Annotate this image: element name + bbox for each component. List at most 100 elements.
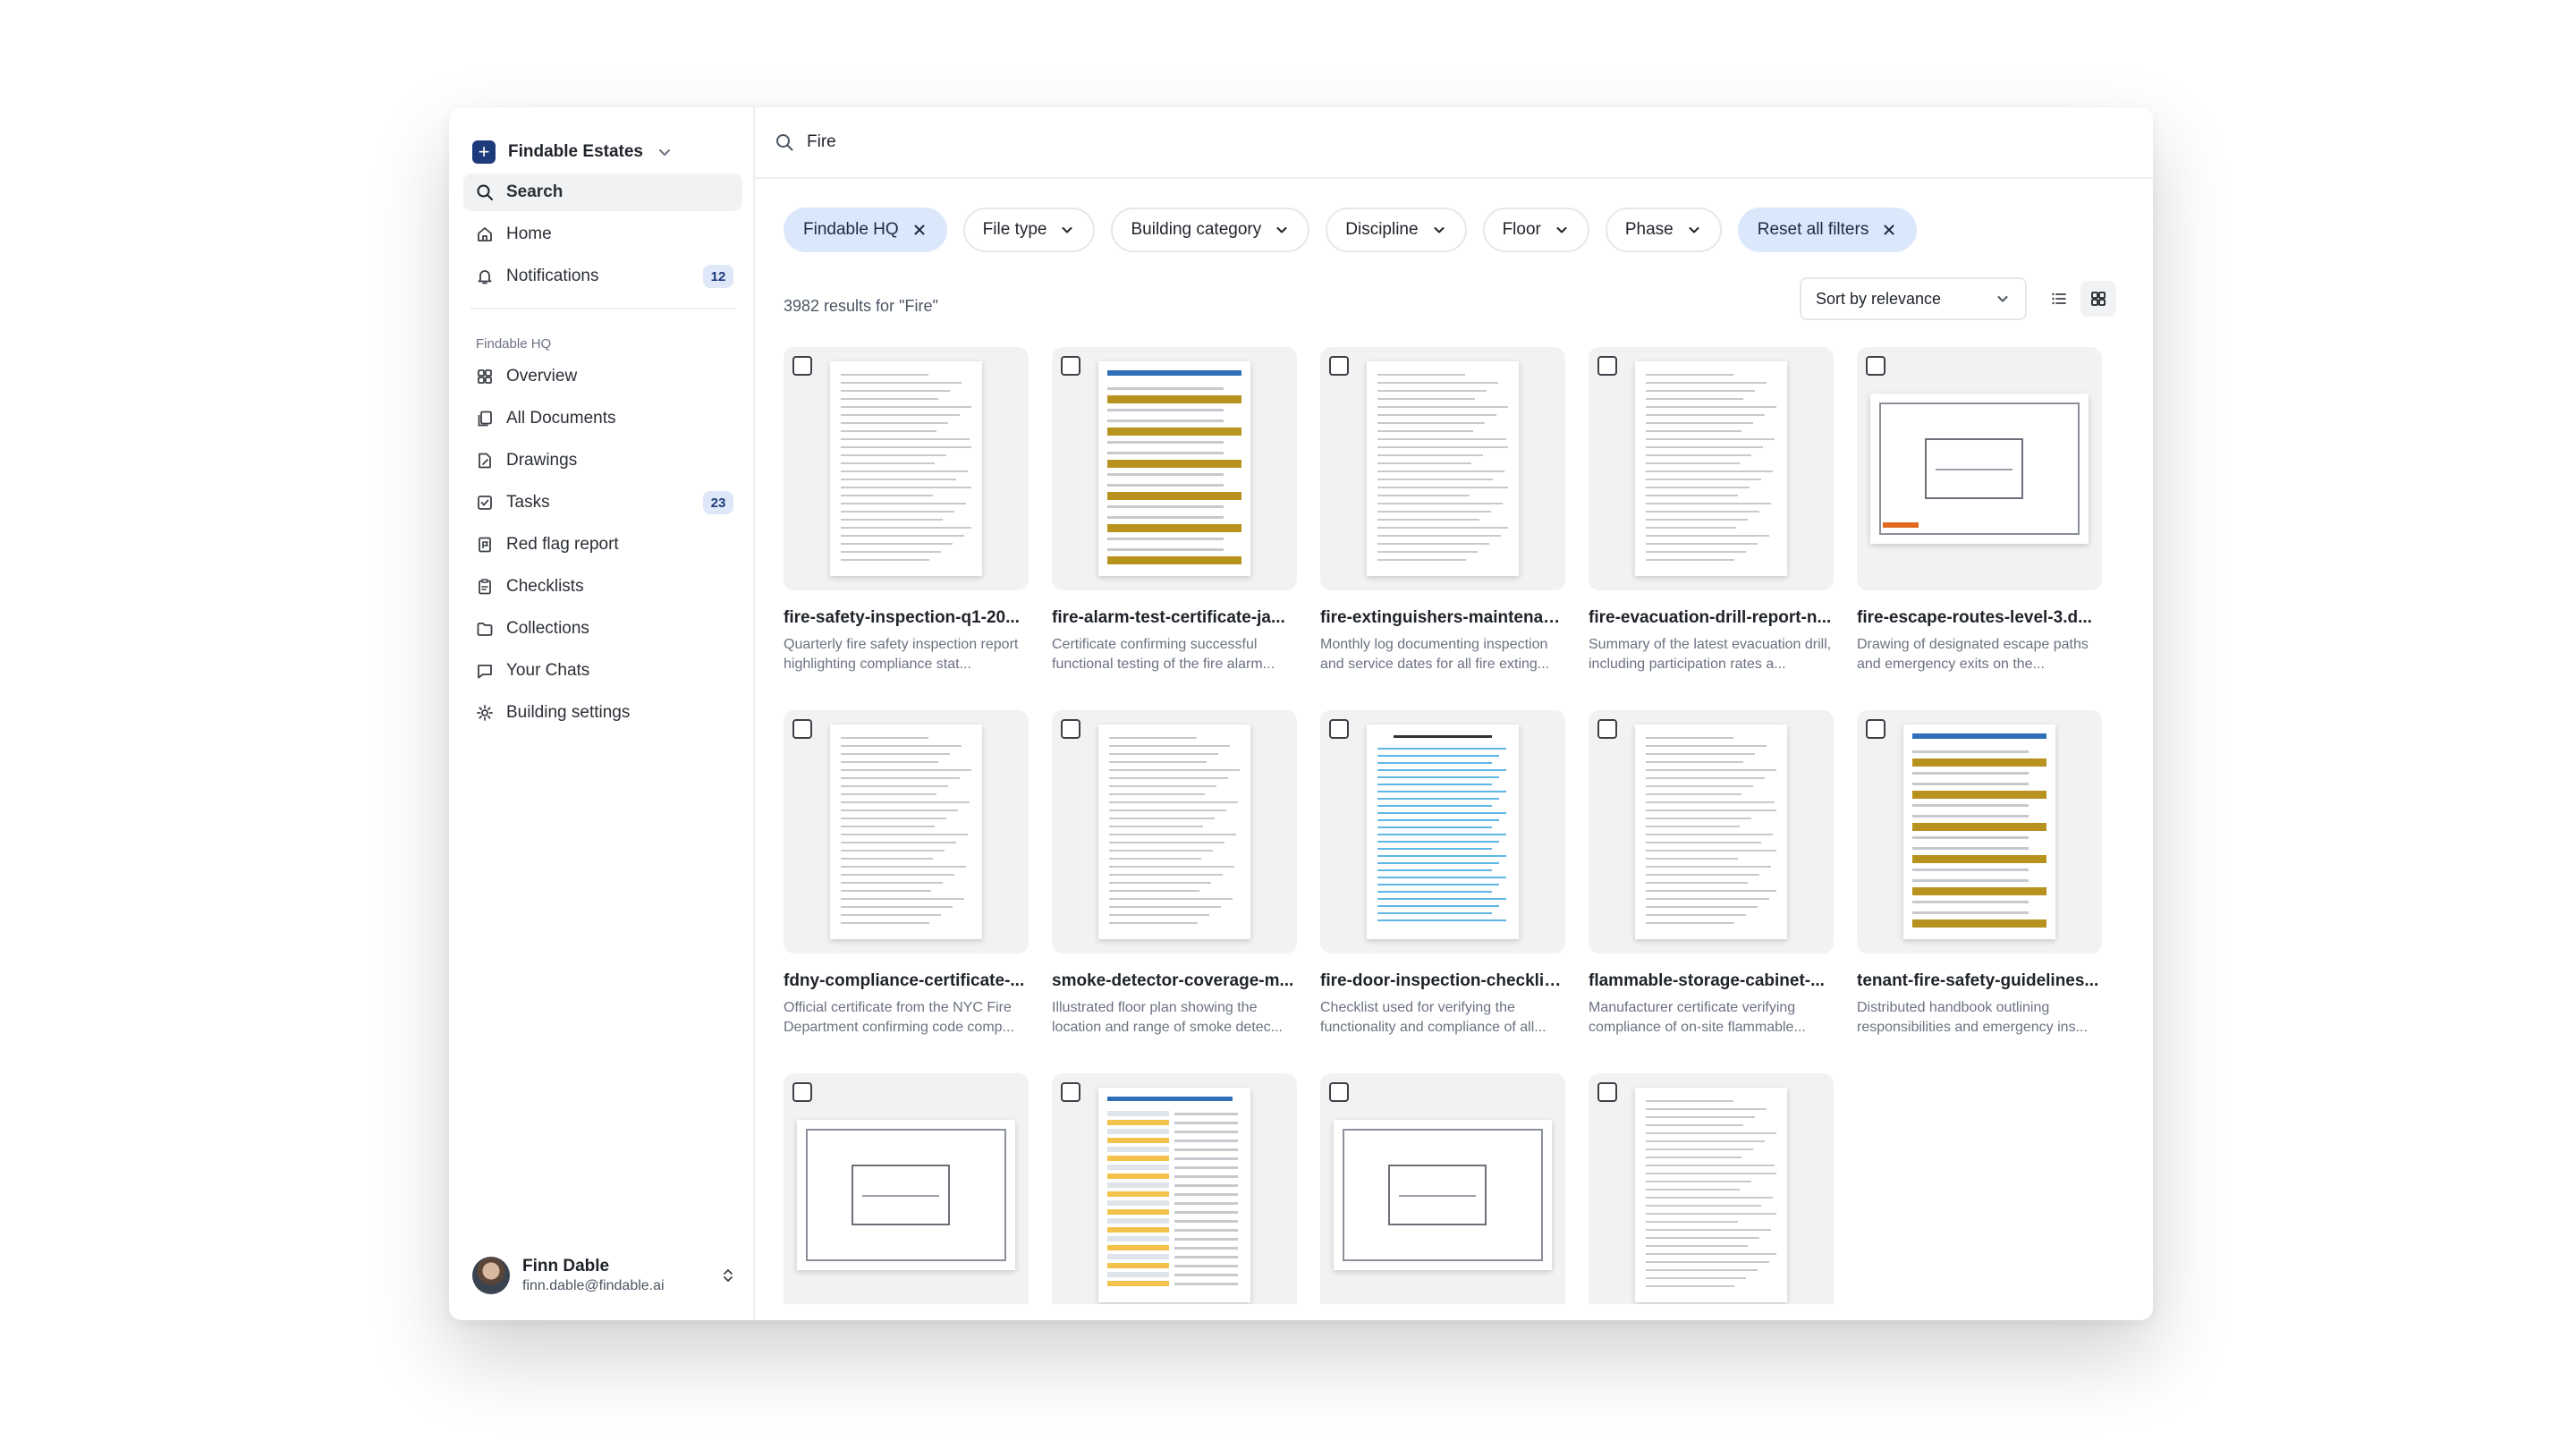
document-card[interactable]: fire-evacuation-drill-report-n... Summary… (1589, 347, 1834, 710)
document-thumbnail[interactable] (784, 1073, 1029, 1304)
document-title[interactable]: fire-evacuation-drill-report-n... (1589, 608, 1834, 628)
sort-dropdown[interactable]: Sort by relevance (1800, 277, 2027, 320)
document-card[interactable]: flammable-storage-cabinet-... Manufacture… (1589, 710, 1834, 1073)
document-title[interactable]: tenant-fire-safety-guidelines... (1857, 971, 2102, 991)
document-card[interactable]: fire-extinguishers-maintenan... Monthly l… (1320, 347, 1565, 710)
document-thumbnail[interactable] (1589, 347, 1834, 590)
filter-floor[interactable]: Floor (1482, 208, 1589, 252)
folder-icon (477, 623, 493, 636)
document-title[interactable]: fire-extinguishers-maintenan... (1320, 608, 1565, 628)
sidebar-item-overview[interactable]: Overview (463, 358, 742, 395)
document-card[interactable]: fdny-compliance-certificate-... Official … (784, 710, 1029, 1073)
close-icon (1884, 225, 1894, 235)
sidebar: + Findable Estates Search Home Notificat… (449, 107, 755, 1320)
document-card[interactable]: fire-alarm-test-certificate-ja... Certifi… (1052, 347, 1297, 710)
grid-icon (478, 369, 492, 384)
workspace-logo-icon: + (472, 140, 496, 164)
sort-label: Sort by relevance (1816, 289, 1942, 308)
document-thumbnail[interactable] (1589, 710, 1834, 953)
document-thumbnail[interactable] (1857, 347, 2102, 590)
sidebar-item-search[interactable]: Search (463, 174, 742, 211)
notifications-count-badge: 12 (703, 265, 733, 288)
document-thumbnail[interactable] (1857, 710, 2102, 953)
document-description: Official certificate from the NYC Fire D… (784, 1000, 1014, 1035)
sidebar-item-your-chats[interactable]: Your Chats (463, 652, 742, 690)
document-preview-image (1870, 394, 2089, 544)
select-checkbox[interactable] (1061, 1082, 1080, 1102)
select-checkbox[interactable] (792, 1082, 812, 1102)
document-title[interactable]: fire-door-inspection-checklis... (1320, 971, 1565, 991)
user-email: finn.dable@findable.ai (522, 1278, 665, 1293)
document-card[interactable]: tenant-fire-safety-guidelines... Distribu… (1857, 710, 2102, 1073)
document-title[interactable]: fdny-compliance-certificate-... (784, 971, 1029, 991)
sidebar-item-checklists[interactable]: Checklists (463, 568, 742, 606)
select-checkbox[interactable] (1061, 719, 1080, 739)
select-checkbox[interactable] (1329, 356, 1349, 376)
close-icon[interactable] (911, 222, 928, 238)
select-checkbox[interactable] (1329, 719, 1349, 739)
document-card[interactable] (1589, 1073, 1834, 1304)
chevron-up-down-icon (724, 1269, 733, 1282)
document-preview-image (1635, 361, 1787, 576)
select-checkbox[interactable] (792, 356, 812, 376)
document-preview-image (830, 361, 982, 576)
select-checkbox[interactable] (1597, 356, 1617, 376)
select-checkbox[interactable] (1597, 1082, 1617, 1102)
filter-chip-findable-hq[interactable]: Findable HQ (784, 208, 947, 252)
document-card[interactable] (1320, 1073, 1565, 1304)
bell-icon (478, 270, 492, 284)
document-thumbnail[interactable] (1052, 1073, 1297, 1304)
list-view-button[interactable] (2041, 281, 2077, 317)
sidebar-item-tasks[interactable]: Tasks 23 (463, 484, 742, 521)
reset-filters-button[interactable]: Reset all filters (1737, 208, 1918, 252)
select-checkbox[interactable] (1329, 1082, 1349, 1102)
grid-view-button[interactable] (2080, 281, 2116, 317)
document-title[interactable]: flammable-storage-cabinet-... (1589, 971, 1834, 991)
sidebar-item-all-documents[interactable]: All Documents (463, 400, 742, 437)
filter-phase[interactable]: Phase (1605, 208, 1722, 252)
document-thumbnail[interactable] (784, 710, 1029, 953)
document-card[interactable] (1052, 1073, 1297, 1304)
results-count: 3982 results for "Fire" (784, 297, 938, 315)
document-thumbnail[interactable] (784, 347, 1029, 590)
document-thumbnail[interactable] (1052, 347, 1297, 590)
section-title: Findable HQ (476, 335, 552, 352)
sidebar-item-drawings[interactable]: Drawings (463, 442, 742, 479)
document-card[interactable]: smoke-detector-coverage-m... Illustrated … (1052, 710, 1297, 1073)
workspace-switcher[interactable]: + Findable Estates (472, 129, 674, 175)
sidebar-item-red-flag-report[interactable]: Red flag report (463, 526, 742, 564)
filter-building-category[interactable]: Building category (1111, 208, 1310, 252)
select-checkbox[interactable] (1866, 719, 1885, 739)
sidebar-item-notifications[interactable]: Notifications 12 (463, 258, 742, 295)
document-title[interactable]: fire-alarm-test-certificate-ja... (1052, 608, 1297, 628)
select-checkbox[interactable] (792, 719, 812, 739)
select-checkbox[interactable] (1597, 719, 1617, 739)
document-card[interactable] (784, 1073, 1029, 1304)
select-checkbox[interactable] (1866, 356, 1885, 376)
document-preview-image (797, 1120, 1015, 1270)
document-thumbnail[interactable] (1320, 710, 1565, 953)
sidebar-item-building-settings[interactable]: Building settings (463, 694, 742, 732)
document-title[interactable]: smoke-detector-coverage-m... (1052, 971, 1297, 991)
document-card[interactable]: fire-door-inspection-checklis... Checklis… (1320, 710, 1565, 1073)
select-checkbox[interactable] (1061, 356, 1080, 376)
document-thumbnail[interactable] (1320, 1073, 1565, 1304)
chevron-down-icon (659, 149, 670, 156)
document-card[interactable]: fire-safety-inspection-q1-20... Quarterly… (784, 347, 1029, 710)
tasks-count-badge: 23 (703, 491, 733, 514)
document-title[interactable]: fire-escape-routes-level-3.d... (1857, 608, 2102, 628)
filter-discipline[interactable]: Discipline (1326, 208, 1467, 252)
document-card[interactable]: fire-escape-routes-level-3.d... Drawing o… (1857, 347, 2102, 710)
filter-file-type[interactable]: File type (962, 208, 1096, 252)
chat-icon (478, 665, 492, 679)
document-thumbnail[interactable] (1320, 347, 1565, 590)
document-thumbnail[interactable] (1052, 710, 1297, 953)
user-menu[interactable]: Finn Dable finn.dable@findable.ai (472, 1250, 737, 1301)
results-grid: fire-safety-inspection-q1-20... Quarterly… (784, 347, 2143, 1304)
search-input[interactable] (807, 132, 1343, 152)
document-thumbnail[interactable] (1589, 1073, 1834, 1304)
document-title[interactable]: fire-safety-inspection-q1-20... (784, 608, 1029, 628)
sidebar-item-collections[interactable]: Collections (463, 610, 742, 648)
search-bar[interactable] (755, 107, 2153, 179)
sidebar-item-home[interactable]: Home (463, 216, 742, 253)
